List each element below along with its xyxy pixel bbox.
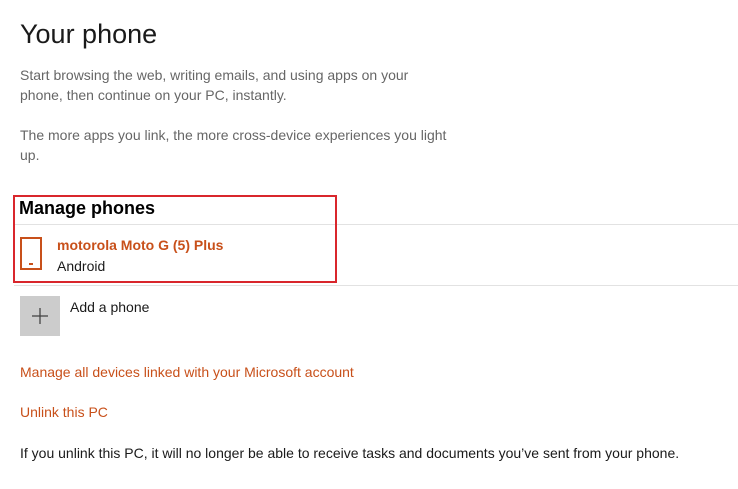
add-tile [20,296,60,336]
intro-paragraph-2: The more apps you link, the more cross-d… [20,127,447,163]
plus-icon [32,308,48,324]
add-phone-button[interactable]: Add a phone [20,296,220,336]
your-phone-settings-page: Your phone Start browsing the web, writi… [0,0,738,489]
intro-paragraph-1: Start browsing the web, writing emails, … [20,67,409,103]
manage-all-devices-link[interactable]: Manage all devices linked with your Micr… [20,362,354,382]
phone-os: Android [57,258,106,274]
phone-name: motorola Moto G (5) Plus [57,237,224,253]
unlink-pc-link[interactable]: Unlink this PC [20,402,108,422]
section-divider [14,224,738,225]
manage-phones-heading: Manage phones [19,198,156,218]
unlink-warning-text: If you unlink this PC, it will no longer… [20,445,680,461]
phone-icon [20,237,42,270]
page-title: Your phone [20,19,158,49]
linked-phone-item[interactable]: motorola Moto G (5) Plus Android [16,231,336,279]
add-phone-label: Add a phone [70,299,150,315]
section-divider [14,285,738,286]
